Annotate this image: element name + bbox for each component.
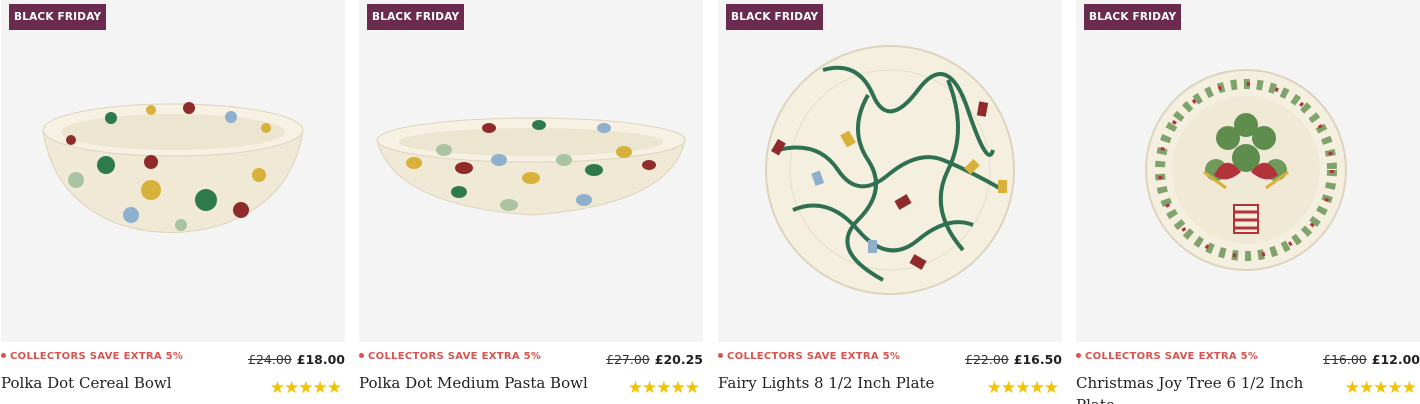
current-price: £20.25 xyxy=(654,352,703,367)
price-group: £16.00 £12.00 xyxy=(1323,352,1420,367)
collectors-promo: COLLECTORS SAVE EXTRA 5% xyxy=(718,351,900,362)
promo-text: COLLECTORS SAVE EXTRA 5% xyxy=(727,351,901,362)
was-price: £16.00 xyxy=(1323,352,1367,367)
black-friday-badge: BLACK FRIDAY xyxy=(367,4,465,30)
price-group: £22.00 £16.50 xyxy=(965,352,1062,367)
black-friday-badge: BLACK FRIDAY xyxy=(726,4,824,30)
product-image[interactable] xyxy=(1,0,345,342)
christmas-joy-tree-plate-image xyxy=(1145,69,1347,271)
product-image[interactable] xyxy=(1076,0,1420,342)
star-rating-icon: ★★★★★ xyxy=(627,378,700,398)
was-price: £24.00 xyxy=(248,352,292,367)
collectors-promo: COLLECTORS SAVE EXTRA 5% xyxy=(1,351,183,362)
product-grid: BLACK FRIDAY COLLECTORS SAVE EXTRA 5% £2… xyxy=(0,0,1420,404)
fairy-lights-plate-image xyxy=(765,45,1015,295)
was-price: £27.00 xyxy=(606,352,650,367)
collectors-promo: COLLECTORS SAVE EXTRA 5% xyxy=(1076,351,1258,362)
black-friday-badge: BLACK FRIDAY xyxy=(9,4,107,30)
product-image[interactable] xyxy=(718,0,1062,342)
promo-text: COLLECTORS SAVE EXTRA 5% xyxy=(1085,351,1259,362)
black-friday-badge: BLACK FRIDAY xyxy=(1084,4,1182,30)
product-card[interactable]: BLACK FRIDAY COLLECTORS SAVE EXTRA 5% £2… xyxy=(718,0,1062,404)
product-title-link[interactable]: Christmas Joy Tree 6 1/2 Inch Plate xyxy=(1076,372,1336,404)
star-rating-icon: ★★★★★ xyxy=(269,378,342,398)
was-price: £22.00 xyxy=(965,352,1009,367)
current-price: £18.00 xyxy=(296,352,345,367)
product-card[interactable]: BLACK FRIDAY COLLECTORS SAVE EXTRA 5% £2… xyxy=(1,0,345,404)
collectors-promo: COLLECTORS SAVE EXTRA 5% xyxy=(359,351,541,362)
product-title-link[interactable]: Fairy Lights 8 1/2 Inch Plate xyxy=(718,372,978,394)
product-title-link[interactable]: Polka Dot Medium Pasta Bowl xyxy=(359,372,619,394)
promo-text: COLLECTORS SAVE EXTRA 5% xyxy=(10,351,184,362)
star-rating-icon: ★★★★★ xyxy=(986,378,1059,398)
polka-dot-pasta-bowl-image xyxy=(376,117,686,216)
star-rating-icon: ★★★★★ xyxy=(1344,378,1417,398)
price-group: £24.00 £18.00 xyxy=(248,352,345,367)
price-group: £27.00 £20.25 xyxy=(606,352,703,367)
polka-dot-cereal-bowl-image xyxy=(42,102,304,233)
promo-dot-icon xyxy=(1,353,6,358)
product-card[interactable]: BLACK FRIDAY COLLECTORS SAVE EXTRA 5% £1… xyxy=(1076,0,1420,404)
promo-dot-icon xyxy=(359,353,364,358)
promo-text: COLLECTORS SAVE EXTRA 5% xyxy=(368,351,542,362)
product-title-link[interactable]: Polka Dot Cereal Bowl xyxy=(1,372,261,394)
current-price: £16.50 xyxy=(1013,352,1062,367)
product-image[interactable] xyxy=(359,0,703,342)
current-price: £12.00 xyxy=(1371,352,1420,367)
promo-dot-icon xyxy=(718,353,723,358)
promo-dot-icon xyxy=(1076,353,1081,358)
product-card[interactable]: BLACK FRIDAY COLLECTORS SAVE EXTRA 5% £2… xyxy=(359,0,703,404)
